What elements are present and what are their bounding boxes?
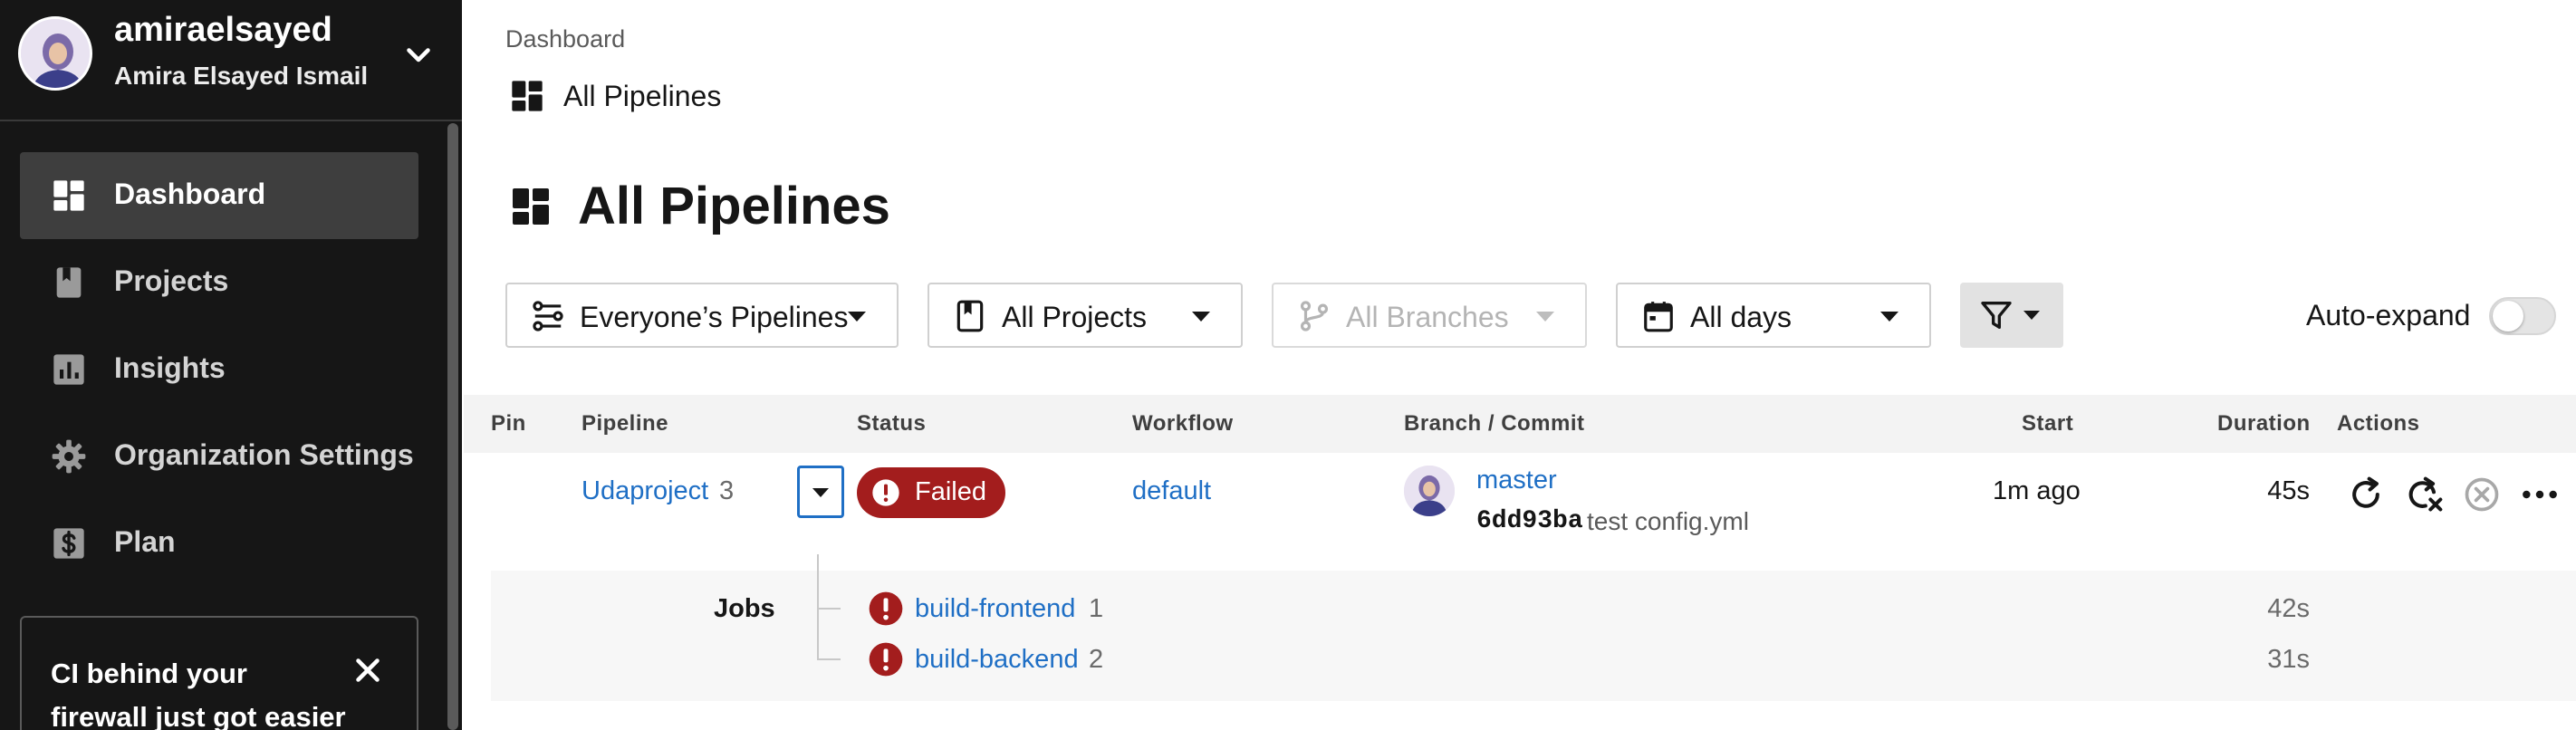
column-header-start: Start <box>2022 411 2074 436</box>
rerun-failed-icon[interactable] <box>2404 475 2444 514</box>
sidebar-scrollbar[interactable] <box>447 123 458 730</box>
cancel-icon[interactable] <box>2462 475 2502 514</box>
projects-filter-dropdown[interactable]: All Projects <box>928 283 1243 348</box>
commit-sha[interactable]: 6dd93ba <box>1476 507 1583 535</box>
sidebar-item-label: Plan <box>114 525 176 558</box>
alert-icon <box>869 591 903 626</box>
alert-icon <box>869 642 903 677</box>
pipelines-icon <box>533 301 563 331</box>
tree-connector <box>817 554 841 659</box>
pipelines-filter-label: Everyone’s Pipelines <box>580 301 849 333</box>
projects-filter-label: All Projects <box>1002 301 1148 333</box>
sidebar-item-organization-settings[interactable]: Organization Settings <box>20 413 418 500</box>
days-filter-dropdown[interactable]: All days <box>1616 283 1931 348</box>
sidebar-item-dashboard[interactable]: Dashboard <box>20 152 418 239</box>
column-header-status: Status <box>857 411 927 436</box>
table-header: Pin Pipeline Status Workflow Branch / Co… <box>464 395 2576 453</box>
full-name: Amira Elsayed Ismail <box>114 62 369 90</box>
filter-icon <box>1981 302 2012 329</box>
pipeline-number: 3 <box>719 476 735 505</box>
tree-connector <box>817 608 841 610</box>
caret-down-icon <box>848 312 866 322</box>
status-badge[interactable]: Failed <box>857 467 1005 518</box>
commit-message: test config.yml <box>1587 507 1749 535</box>
projects-icon <box>956 300 984 332</box>
sidebar-item-plan[interactable]: Plan <box>20 500 418 587</box>
jobs-label: Jobs <box>714 594 775 623</box>
start-time: 1m ago <box>1993 476 2081 505</box>
duration: 45s <box>2267 476 2310 505</box>
branch-link[interactable]: master <box>1476 466 1557 495</box>
sidebar-item-label: Organization Settings <box>114 438 414 471</box>
branch-icon <box>1300 301 1329 331</box>
caret-down-icon <box>2023 311 2040 320</box>
avatar <box>1404 466 1455 516</box>
caret-down-icon <box>1536 312 1554 322</box>
branches-filter-label: All Branches <box>1346 301 1509 333</box>
dashboard-icon <box>513 188 549 225</box>
column-header-duration: Duration <box>2217 411 2311 436</box>
avatar <box>18 16 92 91</box>
promo-text: CI behind your firewall just got easier <box>51 658 346 730</box>
caret-down-icon <box>812 488 829 497</box>
sidebar-item-label: Insights <box>114 351 226 384</box>
user-menu[interactable]: amiraelsayed Amira Elsayed Ismail <box>0 0 462 121</box>
chevron-down-icon[interactable] <box>402 38 435 71</box>
projects-icon <box>56 267 82 298</box>
dollar-icon <box>53 528 84 559</box>
auto-expand-toggle[interactable] <box>2489 297 2556 335</box>
pipelines-filter-dropdown[interactable]: Everyone’s Pipelines <box>505 283 899 348</box>
breadcrumb[interactable]: Dashboard <box>505 25 625 53</box>
job-number: 2 <box>1089 645 1104 674</box>
sidebar-item-projects[interactable]: Projects <box>20 239 418 326</box>
caret-down-icon <box>1192 312 1210 322</box>
column-header-actions: Actions <box>2337 411 2420 436</box>
advanced-filter-button[interactable] <box>1960 283 2063 348</box>
username: amiraelsayed <box>114 11 332 49</box>
promo-card[interactable]: CI behind your firewall just got easier <box>20 616 418 730</box>
column-header-pipeline: Pipeline <box>582 411 669 436</box>
toggle-knob <box>2493 301 2523 331</box>
column-header-branch-commit: Branch / Commit <box>1404 411 1585 436</box>
jobs-panel <box>491 571 2576 701</box>
auto-expand-label: Auto-expand <box>2306 299 2471 331</box>
calendar-icon <box>1644 302 1673 332</box>
column-header-pin: Pin <box>491 411 526 436</box>
job-number: 1 <box>1089 594 1104 623</box>
sidebar-item-insights[interactable]: Insights <box>20 326 418 413</box>
status-label: Failed <box>915 477 986 506</box>
job-duration: 42s <box>2267 594 2310 623</box>
gear-icon <box>52 439 86 474</box>
page-title: All Pipelines <box>578 177 890 235</box>
caret-down-icon <box>1880 312 1898 322</box>
close-icon[interactable] <box>351 654 384 687</box>
workflow-link[interactable]: default <box>1132 476 1211 506</box>
tree-connector <box>817 658 841 660</box>
alert-icon <box>872 479 899 506</box>
rerun-icon[interactable] <box>2346 475 2386 514</box>
sidebar-item-label: Dashboard <box>114 178 266 210</box>
pipeline-link[interactable]: Udaproject <box>582 476 708 506</box>
insights-icon <box>53 354 84 385</box>
job-link[interactable]: build-backend <box>915 645 1079 675</box>
dashboard-icon <box>53 180 84 211</box>
sidebar: amiraelsayed Amira Elsayed Ismail Dashbo… <box>0 0 462 730</box>
days-filter-label: All days <box>1690 301 1793 333</box>
column-header-workflow: Workflow <box>1132 411 1234 436</box>
expand-jobs-button[interactable] <box>797 466 844 518</box>
job-duration: 31s <box>2267 645 2310 674</box>
job-link[interactable]: build-frontend <box>915 594 1075 624</box>
sidebar-item-label: Projects <box>114 264 229 297</box>
breadcrumb-current: All Pipelines <box>563 80 722 112</box>
more-options-icon[interactable] <box>2520 475 2560 514</box>
branches-filter-dropdown[interactable]: All Branches <box>1272 283 1587 348</box>
dashboard-icon <box>512 81 543 111</box>
